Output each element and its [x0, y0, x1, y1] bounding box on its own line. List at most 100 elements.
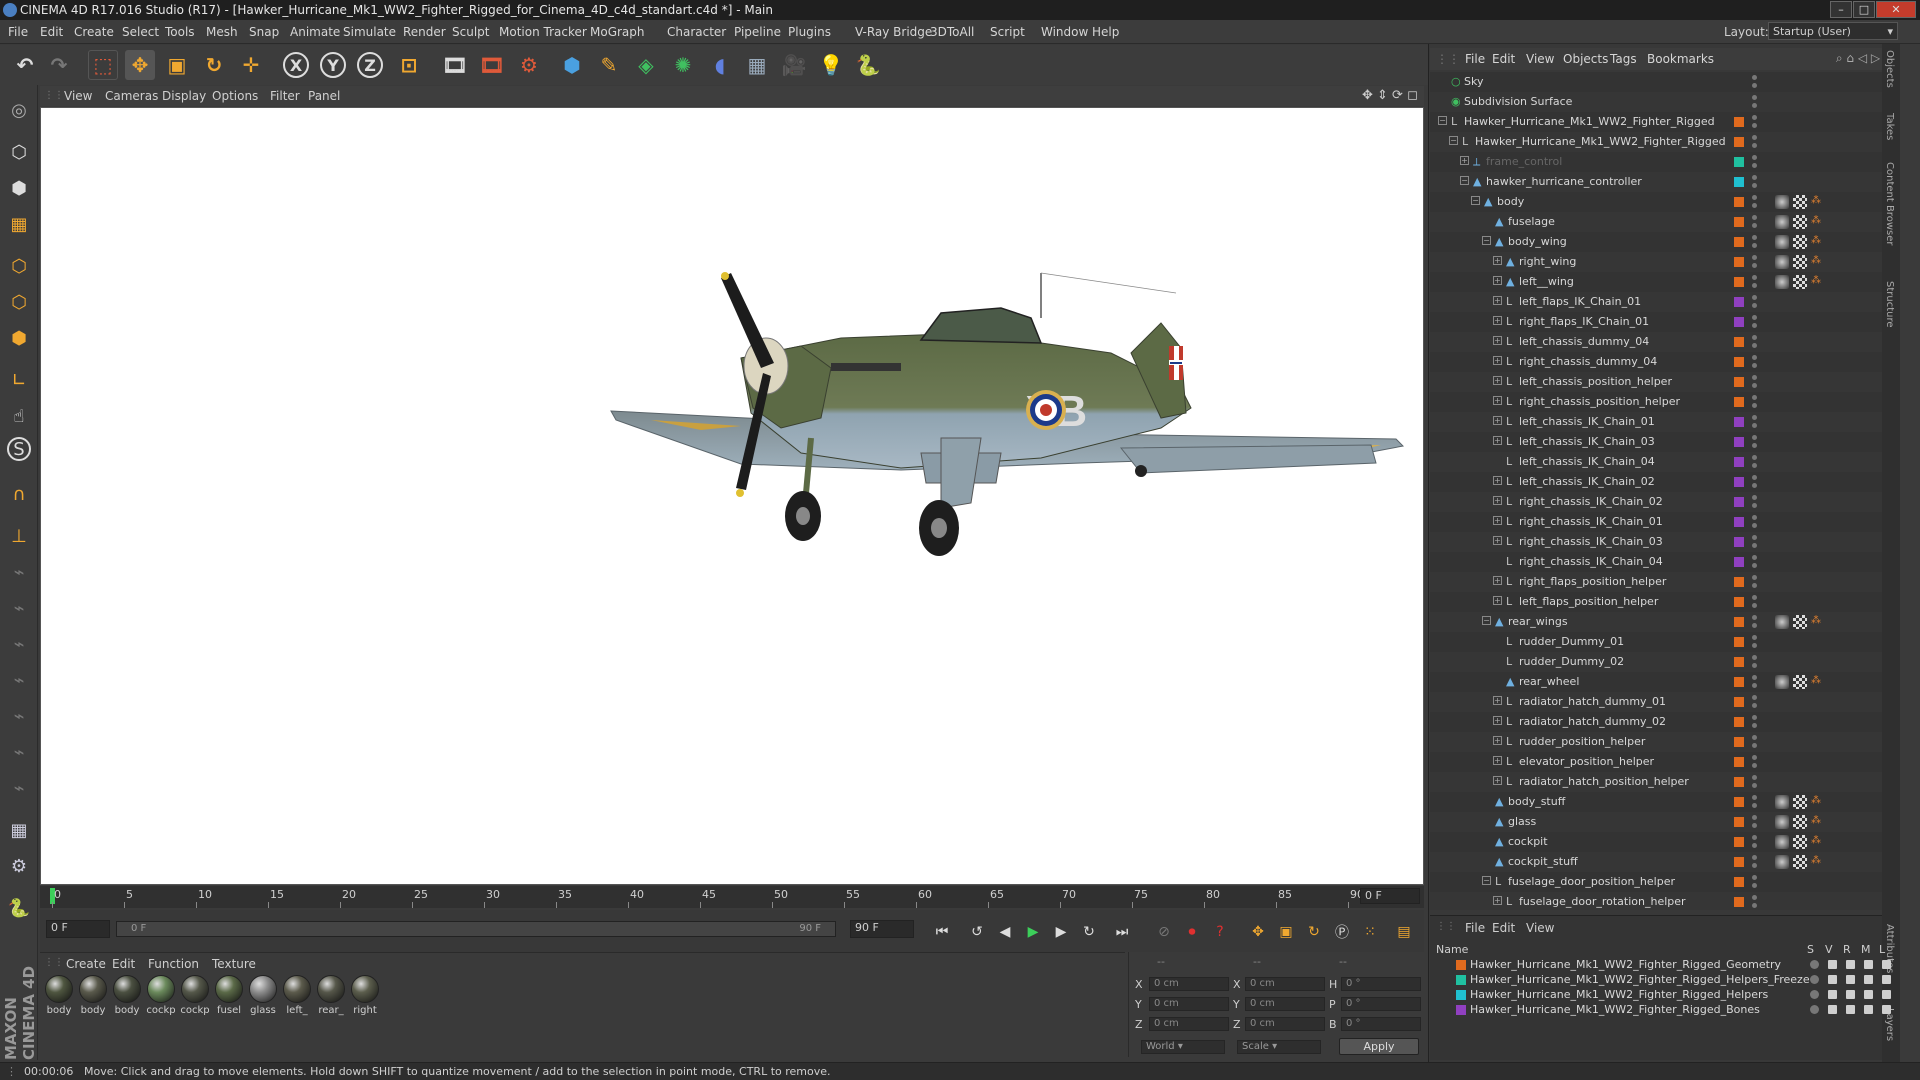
close-button[interactable]: ✕ — [1876, 1, 1916, 18]
object-row[interactable]: ▲ body_stuff ⁂ — [1430, 792, 1882, 812]
recent-tools-icon[interactable]: ✛ — [236, 50, 266, 80]
phong-tag-icon[interactable]: ⁂ — [1811, 195, 1825, 209]
uvw-tag-icon[interactable] — [1793, 275, 1807, 289]
phong-tag-icon[interactable]: ⁂ — [1811, 795, 1825, 809]
keyframe-selection-icon[interactable]: ? — [1208, 920, 1232, 944]
object-name[interactable]: frame_control — [1486, 155, 1562, 168]
render-picture-viewer-icon[interactable]: 🎞 — [477, 50, 507, 80]
render-visibility-dot[interactable] — [1752, 183, 1757, 188]
material-tag-icon[interactable] — [1775, 235, 1789, 249]
render-visibility-dot[interactable] — [1752, 703, 1757, 708]
expand-toggle-icon[interactable]: + — [1493, 756, 1502, 765]
solo-dot-icon[interactable] — [1810, 990, 1819, 999]
expand-toggle-icon[interactable]: + — [1493, 736, 1502, 745]
render-visibility-dot[interactable] — [1752, 743, 1757, 748]
editor-visibility-dot[interactable] — [1752, 475, 1757, 480]
object-name[interactable]: left__wing — [1519, 275, 1574, 288]
minimize-button[interactable]: – — [1830, 1, 1852, 18]
editor-visibility-dot[interactable] — [1752, 195, 1757, 200]
record-keys-icon[interactable]: ⊘ — [1152, 920, 1176, 944]
uvw-tag-icon[interactable] — [1793, 675, 1807, 689]
layer-color-swatch[interactable] — [1734, 537, 1744, 547]
object-name[interactable]: rudder_Dummy_02 — [1519, 655, 1624, 668]
python-script-icon[interactable]: 🐍 — [853, 50, 883, 80]
menu-simulate[interactable]: Simulate — [343, 25, 396, 39]
solo-dot-icon[interactable] — [1810, 1005, 1819, 1014]
z-axis-lock-icon[interactable]: Z — [357, 52, 383, 78]
object-menu-objects[interactable]: Objects — [1563, 52, 1608, 66]
object-row[interactable]: Lrudder_Dummy_02 — [1430, 652, 1882, 672]
layer-color-swatch[interactable] — [1734, 237, 1744, 247]
object-row[interactable]: + Lradiator_hatch_dummy_02 — [1430, 712, 1882, 732]
workplane-mode-icon[interactable]: ▦ — [4, 209, 34, 239]
layer-color-swatch[interactable] — [1734, 757, 1744, 767]
layer-color-swatch[interactable] — [1456, 1005, 1466, 1015]
layer-color-swatch[interactable] — [1734, 117, 1744, 127]
lock-icon[interactable] — [1882, 990, 1891, 999]
menu-character[interactable]: Character — [667, 25, 726, 39]
object-row[interactable]: + Lrudder_position_helper — [1430, 732, 1882, 752]
y-size-field[interactable]: 0 cm — [1245, 997, 1325, 1011]
material-tag-icon[interactable] — [1775, 855, 1789, 869]
render-visibility-dot[interactable] — [1752, 543, 1757, 548]
render-visibility-dot[interactable] — [1752, 363, 1757, 368]
coordinate-space-dropdown[interactable]: World ▾ — [1141, 1040, 1225, 1054]
brush-p-icon[interactable]: ⌁ — [4, 593, 34, 623]
editor-visibility-dot[interactable] — [1752, 695, 1757, 700]
expand-toggle-icon[interactable]: + — [1493, 476, 1502, 485]
material-swatch[interactable]: body — [44, 975, 74, 1016]
editor-visibility-dot[interactable] — [1752, 535, 1757, 540]
material-tag-icon[interactable] — [1775, 215, 1789, 229]
object-row[interactable]: ▲ fuselage ⁂ — [1430, 212, 1882, 232]
object-row[interactable]: Lright_chassis_IK_Chain_04 — [1430, 552, 1882, 572]
object-menu-tags[interactable]: Tags — [1610, 52, 1637, 66]
play-forward-icon[interactable]: ▶ — [1021, 920, 1045, 944]
texture-mode-icon[interactable]: ⬢ — [4, 173, 34, 203]
uvw-tag-icon[interactable] — [1793, 195, 1807, 209]
expand-toggle-icon[interactable]: + — [1493, 336, 1502, 345]
render-visibility-dot[interactable] — [1752, 443, 1757, 448]
editor-visibility-dot[interactable] — [1752, 435, 1757, 440]
render-visibility-dot[interactable] — [1752, 903, 1757, 908]
viewport-menu-options[interactable]: Options — [212, 89, 258, 103]
object-name[interactable]: radiator_hatch_dummy_02 — [1519, 715, 1666, 728]
menu-plugins[interactable]: Plugins — [788, 25, 831, 39]
scale-tool-icon[interactable]: ▣ — [162, 50, 192, 80]
editor-visibility-dot[interactable] — [1752, 255, 1757, 260]
sculpt-icon[interactable]: ⌁ — [4, 737, 34, 767]
layer-color-swatch[interactable] — [1734, 777, 1744, 787]
current-frame-field[interactable]: 0 F — [1360, 888, 1420, 904]
uvw-tag-icon[interactable] — [1793, 815, 1807, 829]
visible-eye-icon[interactable] — [1828, 1005, 1837, 1014]
heading-field[interactable]: 0 ° — [1341, 977, 1421, 991]
editor-visibility-dot[interactable] — [1752, 615, 1757, 620]
material-swatch[interactable]: body — [78, 975, 108, 1016]
menu-window[interactable]: Window — [1041, 25, 1088, 39]
x-size-field[interactable]: 0 cm — [1245, 977, 1325, 991]
object-row[interactable]: − L Hawker_Hurricane_Mk1_WW2_Fighter_Rigge… — [1430, 132, 1882, 152]
menu-file[interactable]: File — [8, 25, 28, 39]
object-name[interactable]: left_chassis_position_helper — [1519, 375, 1672, 388]
object-row[interactable]: + Lright_chassis_dummy_04 — [1430, 352, 1882, 372]
render-visibility-dot[interactable] — [1752, 523, 1757, 528]
layer-color-swatch[interactable] — [1734, 697, 1744, 707]
layer-name[interactable]: Hawker_Hurricane_Mk1_WW2_Fighter_Rigged_… — [1470, 1003, 1760, 1016]
layer-name[interactable]: Hawker_Hurricane_Mk1_WW2_Fighter_Rigged_… — [1470, 988, 1768, 1001]
expand-toggle-icon[interactable]: + — [1493, 496, 1502, 505]
menu-edit[interactable]: Edit — [40, 25, 63, 39]
render-view-icon[interactable]: 🎞 — [440, 50, 470, 80]
material-swatch[interactable]: rear_ — [316, 975, 346, 1016]
editor-visibility-dot[interactable] — [1752, 235, 1757, 240]
render-visibility-dot[interactable] — [1752, 223, 1757, 228]
layer-color-swatch[interactable] — [1734, 477, 1744, 487]
editor-visibility-dot[interactable] — [1752, 635, 1757, 640]
end-frame-field[interactable]: 90 F — [850, 920, 914, 938]
maximize-button[interactable]: □ — [1853, 1, 1875, 18]
layer-menu-view[interactable]: View — [1526, 921, 1554, 935]
editor-visibility-dot[interactable] — [1752, 275, 1757, 280]
menu-v-ray-bridge[interactable]: V-Ray Bridge — [855, 25, 932, 39]
object-row[interactable]: ◉ Subdivision Surface — [1430, 92, 1882, 112]
layer-menu-edit[interactable]: Edit — [1492, 921, 1515, 935]
phong-tag-icon[interactable]: ⁂ — [1811, 215, 1825, 229]
visible-eye-icon[interactable] — [1828, 990, 1837, 999]
